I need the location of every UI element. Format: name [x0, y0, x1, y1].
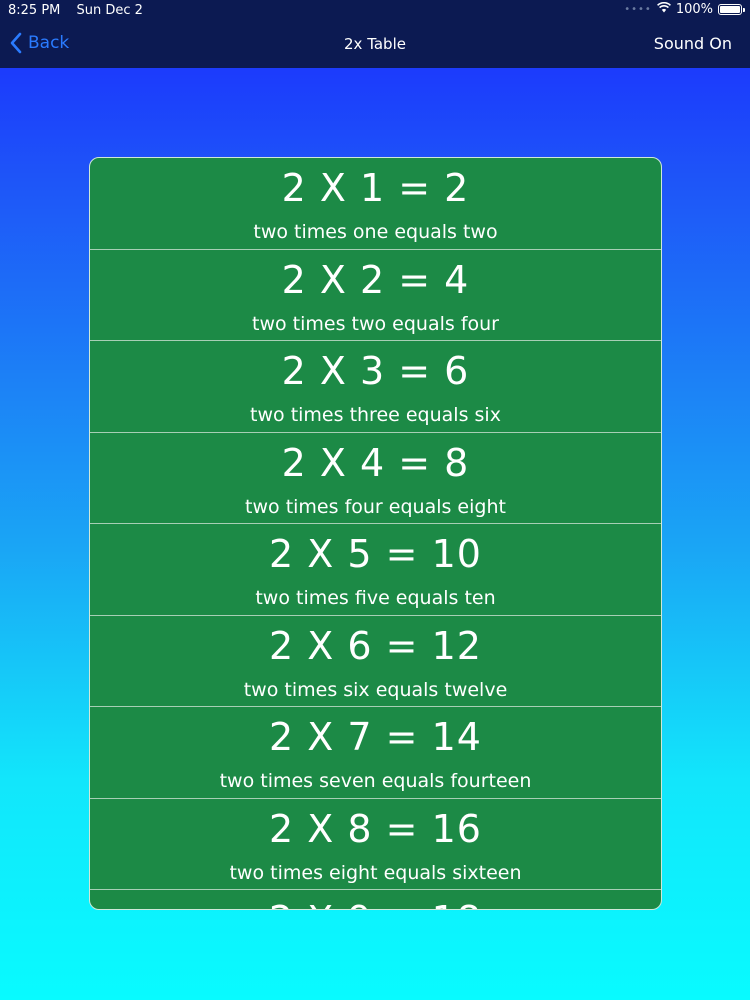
fact-phrase: two times three equals six [250, 404, 501, 426]
fact-row[interactable]: 2 X 1 = 2 two times one equals two [90, 158, 661, 250]
fact-equation: 2 X 4 = 8 [281, 440, 470, 485]
sound-toggle-button[interactable]: Sound On [654, 34, 732, 53]
fact-phrase: two times four equals eight [245, 495, 506, 518]
fact-phrase: two times six equals twelve [243, 678, 508, 701]
fact-equation: 2 X 5 = 10 [269, 532, 482, 576]
fact-equation: 2 X 6 = 12 [269, 623, 482, 668]
status-date: Sun Dec 2 [76, 3, 143, 18]
fact-equation: 2 X 8 = 16 [269, 806, 482, 851]
fact-row[interactable]: 2 X 8 = 16 two times eight equals sixteen [90, 799, 661, 890]
status-right: •••• 100% [624, 1, 745, 17]
fact-row[interactable]: 2 X 5 = 10 two times five equals ten [90, 524, 661, 616]
status-bar: 8:25 PM Sun Dec 2 •••• 100% [0, 0, 750, 22]
battery-percentage: 100% [675, 2, 713, 17]
fact-row[interactable]: 2 X 6 = 12 two times six equals twelve [90, 616, 661, 707]
fact-equation: 2 X 1 = 2 [281, 166, 470, 210]
fact-phrase: two times five equals ten [255, 587, 496, 609]
fact-row[interactable]: 2 X 2 = 4 two times two equals four [90, 250, 661, 341]
fact-phrase: two times seven equals fourteen [219, 770, 532, 792]
cellular-signal-icon: •••• [624, 4, 652, 15]
fact-row[interactable]: 2 X 4 = 8 two times four equals eight [90, 433, 661, 524]
fact-equation: 2 X 7 = 14 [269, 715, 482, 759]
fact-row[interactable]: 2 X 3 = 6 two times three equals six [90, 341, 661, 433]
fact-phrase: two times two equals four [252, 312, 499, 335]
fact-row[interactable]: 2 X 9 = 18two times nine equals eighteen [90, 890, 661, 909]
wifi-icon [656, 1, 671, 17]
fact-phrase: two times one equals two [253, 221, 498, 243]
fact-equation: 2 X 3 = 6 [281, 349, 470, 393]
battery-fill [720, 6, 740, 13]
times-table-list[interactable]: 2 X 1 = 2 two times one equals two 2 X 2 =… [89, 157, 662, 910]
status-left: 8:25 PM Sun Dec 2 [8, 3, 143, 18]
page-title: 2x Table [344, 35, 406, 53]
status-time: 8:25 PM [8, 3, 61, 18]
fact-rows: 2 X 1 = 2 two times one equals two 2 X 2 =… [90, 158, 661, 909]
fact-equation: 2 X 2 = 4 [281, 257, 470, 302]
fact-phrase: two times eight equals sixteen [229, 861, 522, 884]
navigation-bar: Back 2x Table Sound On [0, 22, 750, 68]
battery-icon [718, 4, 745, 15]
fact-row[interactable]: 2 X 7 = 14 two times seven equals fourtee… [90, 707, 661, 799]
fact-equation: 2 X 9 = 18 [90, 896, 661, 909]
